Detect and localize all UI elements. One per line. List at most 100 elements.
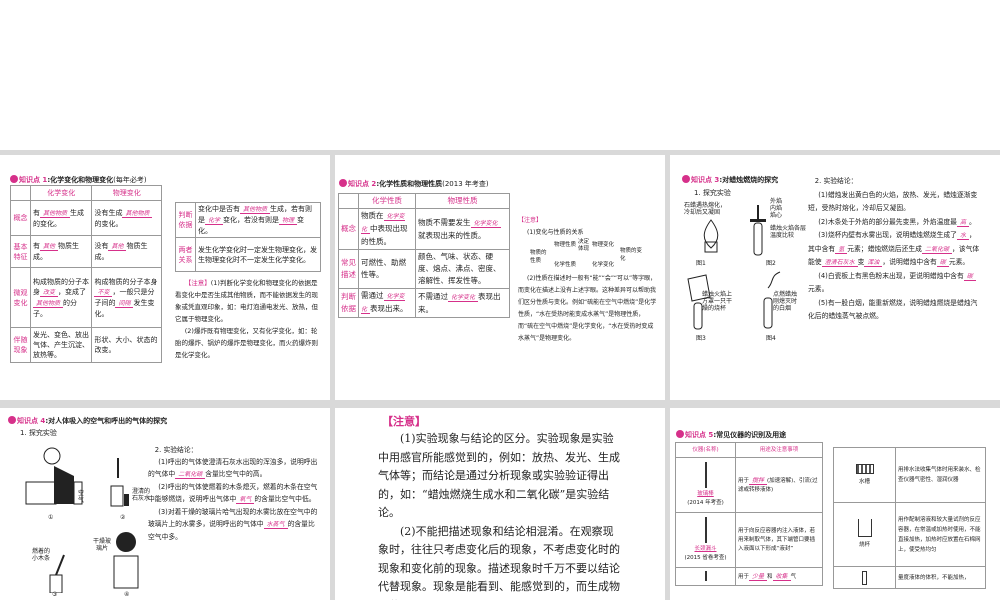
fill-blank-answer: 间隔	[115, 299, 134, 308]
breathing-experiment-illustration	[25, 447, 83, 505]
fill-blank-answer: 水蒸气	[263, 521, 288, 529]
conclusion-list: (1)蜡烛发出黄白色的火焰，放热、发光，蜡烛逐渐变短，受热时熔化，冷却后又凝固。…	[808, 189, 980, 324]
table-row: 常见描述 可燃性、助燃性等。 颜色、气味、状态、硬度、熔点、沸点、密度、溶解性、挥发…	[338, 249, 510, 289]
fill-blank-answer: 其他	[40, 243, 59, 251]
table-row: 两者关系 发生化学变化时一定发生物理变化，发生物理变化时不一定发生化学变化。	[175, 237, 321, 272]
kp-label: 知识点 4	[17, 417, 46, 425]
note-block: 【注意】 (1)变化与性质的关系 物质的性质 物理性质 化学性质 决定 体现 物…	[518, 215, 658, 345]
table-row: 微观变化 构成物质的分子本身 改变 ，变成了其他物质 的分子。 构成物质的分子本身不变 ，一…	[10, 267, 162, 328]
kp-label: 知识点 3	[691, 176, 720, 184]
fill-blank-answer: 氧气	[236, 496, 255, 504]
note-text: 【注意】(1)判断化学变化和物理变化的依据是看变化中是否生成其他物质，而不能依据…	[175, 277, 321, 361]
slide-2[interactable]: 知识点 2:化学性质和物理性质(2013 年考查) 化学性质 物理性质 概念 物质在化…	[335, 155, 665, 400]
instrument-use-cell: 用于向反应容器内注入液体，若用来制取气体，其下端管口要插入液面以下形成“液封”	[735, 512, 823, 568]
fill-blank-answer: 少量	[749, 572, 768, 581]
title-text: 对人体吸入的空气和呼出的气体的探究	[48, 417, 168, 425]
rel-down: 体现	[578, 246, 590, 252]
table-cell: 变化中是否有 其他物质 生成，若有则是 化学 变化，若没有则是 物理 变化。	[195, 202, 321, 238]
glass-rod-icon	[704, 462, 707, 488]
fig-number: ①	[48, 514, 54, 521]
fill-blank-answer: 碳	[963, 272, 976, 281]
title-text: 常见仪器的识别及用途	[716, 431, 787, 439]
note-paragraph-2: (2)不能把描述现象和结论相混淆。在观察现象时，往往只考虑变化后的现象，不考虑变…	[378, 524, 620, 600]
table-row: 伴随现象 发光、变色、放出气体、产生沉淀、放热等。 形状、大小、状态的改变。	[10, 327, 162, 363]
table-row: 量度液体的体积，不能加热，	[833, 566, 986, 589]
triangle-bullet-icon	[10, 175, 18, 183]
exam-note: (2015 省卷考查)	[684, 555, 727, 561]
note-heading: 【注意】	[382, 415, 426, 428]
title-text: 对蜡烛燃烧的探究	[722, 176, 779, 184]
girl-breathing-illustration	[113, 532, 139, 589]
fig-caption: 图1	[696, 260, 706, 267]
table-cell: 可燃性、助燃性等。	[358, 249, 416, 289]
slide-6[interactable]: 知识点 5:常见仪器的识别及用途 仪器(名称) 用途及注意事项 玻璃棒 (2014 年…	[670, 408, 1000, 600]
table-cell: 有其他物质 生成的变化。	[29, 200, 93, 236]
table-cell: 需通过 化学变化 表现出来。	[358, 288, 416, 318]
table-cell: 颜色、气味、状态、硬度、熔点、沸点、密度、溶解性、挥发性等。	[415, 249, 510, 289]
conclusion-paragraph: (1)蜡烛发出黄白色的火焰，放热、发光，蜡烛逐渐变短，受热时熔化，冷却后又凝固。	[808, 190, 978, 213]
table-cell: 形状、大小、状态的改变。	[91, 327, 162, 363]
kp-label: 知识点 1	[19, 176, 48, 184]
relation-diagram: 物质的性质 物理性质 化学性质 决定 体现 物理变化 化学变化 物质的变化	[518, 239, 658, 273]
row-header: 微观变化	[10, 267, 31, 328]
year-text: (每年必考)	[113, 176, 147, 184]
fig-number: ②	[120, 514, 126, 521]
note-paragraph-1: (1)实验现象与结论的区分。实验现象是实验中用感官所能感觉到的，例如：放热、发光…	[378, 432, 620, 519]
fill-blank-answer: 氢	[835, 245, 848, 254]
column-header	[338, 193, 359, 209]
note-paragraph: (2)爆炸既有物理变化，又有化学变化，如：轮胎的爆炸、锅炉的爆炸是物理变化，而火…	[175, 327, 318, 359]
column-header: 仪器(名称)	[675, 442, 736, 458]
rel-a: 物理性质	[554, 242, 577, 248]
fig4-label: 点燃蜡烛刚熄灭时的白烟	[773, 291, 798, 312]
subheading: 1. 探究实验	[694, 189, 731, 197]
slide-3[interactable]: 知识点 3:对蜡烛燃烧的探究 1. 探究实验 石蜡遇热熔化，冷却后又凝固 外焰 …	[670, 155, 1000, 400]
column-header	[10, 185, 31, 201]
fill-blank-answer: 其他	[108, 243, 127, 251]
candle-stick-illustration	[750, 205, 766, 256]
slide-1[interactable]: 知识点 1:化学变化和物理变化(每年必考) 化学变化 物理变化 概念有其他物质 生成的…	[0, 155, 330, 400]
fill-blank-answer: 改变	[40, 288, 59, 297]
table-cell: 构成物质的分子本身 改变 ，变成了其他物质 的分子。	[29, 267, 93, 328]
row-header: 判断依据	[175, 202, 196, 238]
fill-blank-answer: 化学变化	[470, 219, 501, 228]
title-text: 化学性质和物理性质	[379, 180, 443, 188]
fig-number: ③	[52, 591, 58, 598]
table-row: 判断依据 需通过 化学变化 表现出来。 不需通过 化学变化 表现出来。	[338, 288, 510, 318]
fill-blank-answer: 不变	[94, 288, 113, 297]
row-header: 判断依据	[338, 288, 359, 318]
note-2: (2)性质在描述时一般有“能”“会”“可以”等字眼，而变化在描述上没有上述字眼。…	[518, 275, 657, 342]
rel-b: 化学性质	[554, 262, 577, 268]
kp-label: 知识点 5	[685, 431, 714, 439]
fill-blank-answer: 碳	[936, 259, 949, 267]
fig1-label: 石蜡遇热熔化，冷却后又凝固	[684, 202, 727, 216]
header-row: 仪器(名称) 用途及注意事项	[675, 442, 823, 458]
fill-blank-answer: 其他物质	[122, 209, 153, 218]
column-header: 物理性质	[415, 193, 510, 209]
fill-blank-answer: 高	[956, 218, 969, 227]
fill-blank-answer: 化学	[205, 217, 224, 225]
table-row: 基本特征有其他 物质生成。 没有 其他 物质生成。	[10, 235, 162, 268]
instrument-name: 烧杯	[858, 542, 870, 548]
conclusion-paragraph: (1)呼出的气体使澄清石灰水出现的浑浊多，说明呼出的气体中 二氧化碳 含量比空气中的…	[148, 458, 318, 479]
table-cell: 有其他 物质生成。	[29, 235, 93, 268]
fig2-label: 蜡烛火焰各层温度比较	[770, 225, 807, 239]
rel-b2: 化学变化	[592, 262, 615, 268]
instrument-name: 水槽	[858, 478, 870, 485]
column-header: 化学性质	[358, 193, 416, 209]
instrument-name: 玻璃棒	[697, 491, 714, 497]
slide-4[interactable]: 知识点 4:对人体吸入的空气和呼出的气体的探究 1. 探究实验 空气 澄清的石灰…	[0, 408, 330, 600]
row-header: 基本特征	[10, 235, 31, 268]
note-paragraph: 【注意】(1)判断化学变化和物理变化的依据是看变化中是否生成其他物质，而不能依据…	[175, 279, 318, 323]
change-table: 化学变化 物理变化 概念有其他物质 生成的变化。 没有生成 其他物质的变化。 基本特征有其他…	[10, 185, 162, 363]
conclusion-paragraph: (5)有一股白烟，能重新燃烧，说明蜡烛燃烧是蜡烛汽化后的蜡烛蒸气被点燃。	[808, 298, 978, 321]
fill-blank-answer: 其他物质	[33, 299, 64, 308]
slide-title: 知识点 2:化学性质和物理性质(2013 年考查)	[339, 179, 489, 189]
fill-blank-answer: 搅拌	[749, 476, 768, 485]
slide-title: 知识点 4:对人体吸入的空气和呼出的气体的探究	[8, 416, 167, 426]
judge-table: 判断依据 变化中是否有 其他物质 生成，若有则是 化学 变化，若没有则是 物理 变化。 两者关系…	[175, 202, 321, 272]
table-cell: 发生化学变化时一定发生物理变化，发生物理变化时不一定发生化学变化。	[195, 237, 321, 272]
table-row: 概念有其他物质 生成的变化。 没有生成 其他物质的变化。	[10, 200, 162, 236]
slide-5[interactable]: 【注意】 (1)实验现象与结论的区分。实验现象是实验中用感官所能感觉到的，例如：…	[335, 408, 665, 600]
slide-grid: 知识点 1:化学变化和物理变化(每年必考) 化学变化 物理变化 概念有其他物质 生成的…	[0, 150, 1000, 600]
instrument-use-cell: 用于 搅拌 (加速溶解)、引流(过滤或转移液体)	[735, 457, 823, 513]
